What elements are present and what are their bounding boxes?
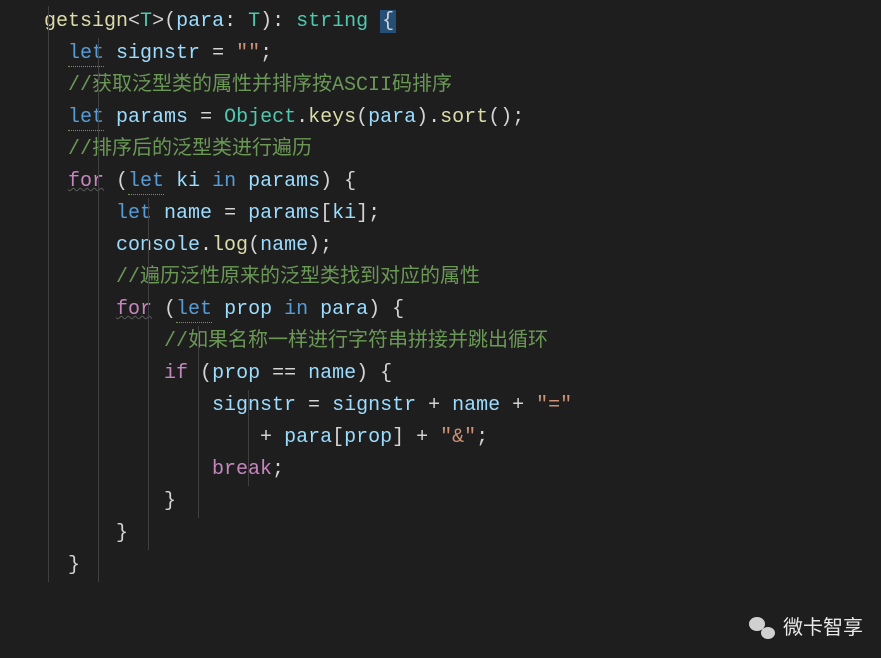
comment: //遍历泛性原来的泛型类找到对应的属性 xyxy=(116,266,480,289)
code-line[interactable]: //遍历泛性原来的泛型类找到对应的属性 xyxy=(20,262,881,294)
code-line[interactable]: } xyxy=(20,550,881,582)
code-line[interactable]: let params = Object.keys(para).sort(); xyxy=(20,102,881,134)
code-line[interactable]: //排序后的泛型类进行遍历 xyxy=(20,134,881,166)
function-name: getsign xyxy=(44,10,128,33)
code-line[interactable]: signstr = signstr + name + "=" xyxy=(20,390,881,422)
code-line[interactable]: if (prop == name) { xyxy=(20,358,881,390)
code-line[interactable]: //获取泛型类的属性并排序按ASCII码排序 xyxy=(20,70,881,102)
code-line[interactable]: let signstr = ""; xyxy=(20,38,881,70)
comment: //排序后的泛型类进行遍历 xyxy=(68,138,312,161)
code-line[interactable]: console.log(name); xyxy=(20,230,881,262)
watermark: 微卡智享 xyxy=(749,612,863,644)
code-line[interactable]: + para[prop] + "&"; xyxy=(20,422,881,454)
comment: //如果名称一样进行字符串拼接并跳出循环 xyxy=(164,330,548,353)
wechat-icon xyxy=(749,617,775,639)
watermark-text: 微卡智享 xyxy=(783,612,863,644)
code-line[interactable]: } xyxy=(20,518,881,550)
code-line[interactable]: //如果名称一样进行字符串拼接并跳出循环 xyxy=(20,326,881,358)
code-line[interactable]: break; xyxy=(20,454,881,486)
code-line[interactable]: let name = params[ki]; xyxy=(20,198,881,230)
comment: //获取泛型类的属性并排序按ASCII码排序 xyxy=(68,74,452,97)
code-line[interactable]: for (let prop in para) { xyxy=(20,294,881,326)
code-line[interactable]: for (let ki in params) { xyxy=(20,166,881,198)
cursor: { xyxy=(380,10,396,33)
code-editor[interactable]: getsign<T>(para: T): string { let signst… xyxy=(20,6,881,582)
code-line[interactable]: getsign<T>(para: T): string { xyxy=(20,6,881,38)
code-line[interactable]: } xyxy=(20,486,881,518)
